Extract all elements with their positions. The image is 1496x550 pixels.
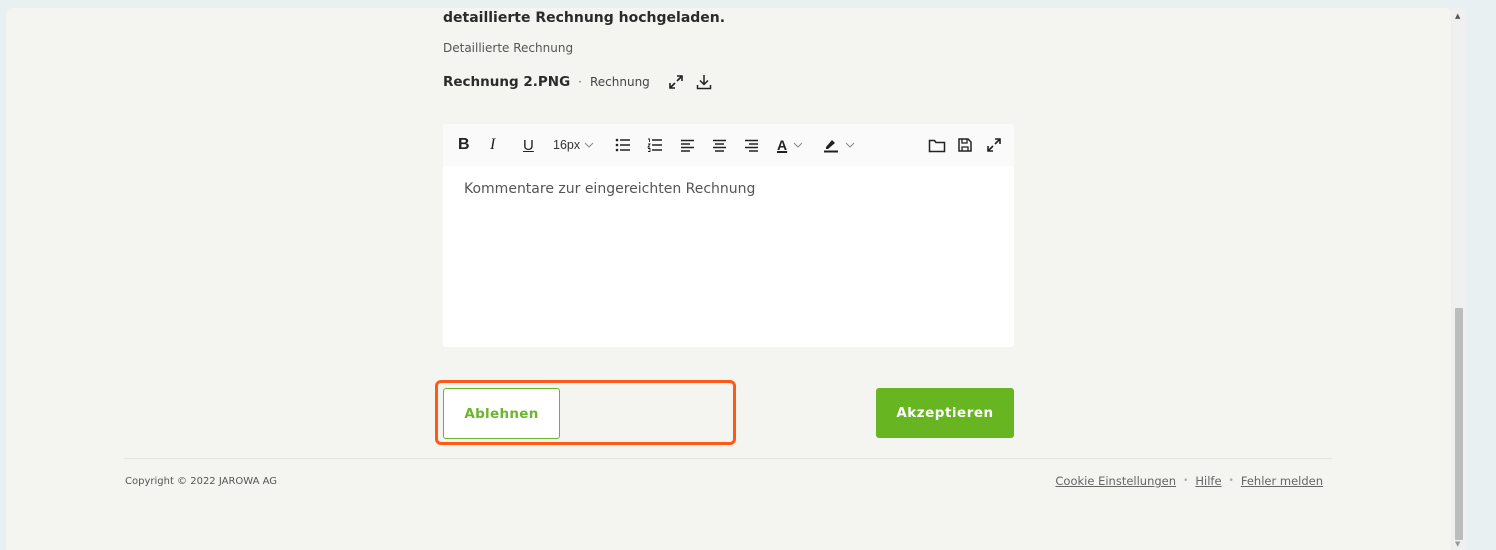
accept-button[interactable]: Akzeptieren: [876, 388, 1014, 438]
editor-toolbar: B I U 16px A: [443, 124, 1014, 166]
section-sublabel: Detaillierte Rechnung: [443, 41, 574, 55]
file-type: Rechnung: [589, 75, 650, 89]
footer-separator: •: [1228, 476, 1234, 486]
comment-editor[interactable]: B I U 16px A Kommentare zur eingereichte…: [443, 124, 1014, 347]
file-row: Rechnung 2.PNG · Rechnung: [443, 74, 712, 90]
footer-links: Cookie Einstellungen • Hilfe • Fehler me…: [1055, 474, 1323, 488]
file-separator: ·: [578, 75, 582, 89]
download-icon[interactable]: [696, 74, 712, 90]
numbered-list-icon[interactable]: [647, 135, 663, 155]
align-center-icon[interactable]: [712, 135, 727, 155]
align-right-icon[interactable]: [744, 135, 759, 155]
chevron-down-icon: [793, 142, 803, 148]
footer-separator: •: [1183, 476, 1189, 486]
footer-divider: [124, 458, 1332, 459]
italic-button[interactable]: I: [490, 135, 495, 155]
folder-icon[interactable]: [928, 135, 946, 155]
editor-placeholder[interactable]: Kommentare zur eingereichten Rechnung: [464, 181, 755, 197]
section-heading: detaillierte Rechnung hochgeladen.: [443, 10, 726, 26]
copyright-text: Copyright © 2022 JAROWA AG: [125, 476, 278, 487]
scrollbar-thumb[interactable]: [1455, 308, 1463, 540]
chevron-down-icon: [584, 142, 594, 148]
fullscreen-icon[interactable]: [986, 135, 1002, 155]
underline-button[interactable]: U: [523, 135, 534, 155]
save-icon[interactable]: [957, 135, 973, 155]
font-size-value: 16px: [553, 138, 581, 152]
vertical-scrollbar[interactable]: ▲ ▼: [1452, 8, 1466, 550]
scroll-down-arrow-icon[interactable]: ▼: [1455, 540, 1460, 548]
highlight-color-button[interactable]: [823, 135, 855, 155]
scroll-up-arrow-icon[interactable]: ▲: [1455, 12, 1460, 20]
bullet-list-icon[interactable]: [615, 135, 631, 155]
text-color-icon: A: [777, 137, 788, 153]
chevron-down-icon: [845, 142, 855, 148]
report-error-link[interactable]: Fehler melden: [1241, 474, 1323, 488]
font-size-select[interactable]: 16px: [553, 135, 594, 155]
expand-icon[interactable]: [668, 74, 684, 90]
help-link[interactable]: Hilfe: [1195, 474, 1221, 488]
file-name[interactable]: Rechnung 2.PNG: [443, 74, 570, 90]
align-left-icon[interactable]: [680, 135, 695, 155]
cookie-settings-link[interactable]: Cookie Einstellungen: [1055, 474, 1176, 488]
bold-button[interactable]: B: [458, 135, 470, 155]
highlighter-icon: [824, 140, 838, 153]
reject-button[interactable]: Ablehnen: [443, 388, 560, 439]
text-color-button[interactable]: A: [777, 135, 803, 155]
